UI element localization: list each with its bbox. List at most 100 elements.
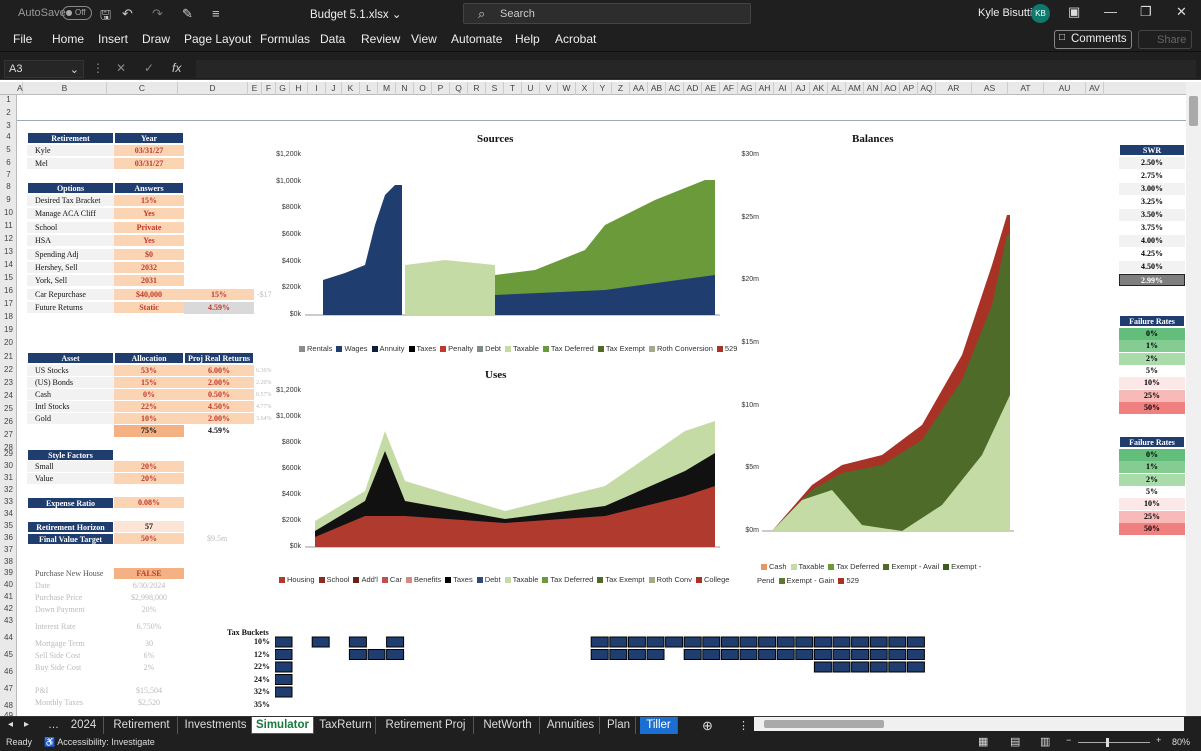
column-header[interactable]: AO — [882, 82, 900, 95]
asset-return[interactable]: 2.00% — [184, 413, 254, 425]
row-header[interactable]: 22 — [0, 365, 17, 374]
column-header[interactable]: AJ — [792, 82, 810, 95]
menu-draw[interactable]: Draw — [142, 32, 170, 46]
option-value[interactable]: 2032 — [114, 262, 184, 274]
option-value[interactable]: Static — [114, 302, 184, 315]
asset-return[interactable]: 0.50% — [184, 389, 254, 401]
search-input[interactable]: ⌕ Search — [463, 3, 751, 24]
balances-chart[interactable] — [762, 155, 1014, 535]
row-header[interactable]: 48 — [0, 701, 17, 710]
column-header[interactable]: L — [360, 82, 378, 95]
row-header[interactable]: 15 — [0, 273, 17, 282]
column-header[interactable]: AM — [846, 82, 864, 95]
sources-chart[interactable] — [305, 155, 720, 317]
column-header[interactable]: U — [522, 82, 540, 95]
row-header[interactable]: 38 — [0, 557, 17, 566]
enter-icon[interactable]: ✓ — [144, 61, 154, 75]
row-header[interactable]: 46 — [0, 667, 17, 676]
column-header[interactable]: AL — [828, 82, 846, 95]
avatar[interactable]: KB — [1031, 4, 1050, 23]
row-header[interactable]: 30 — [0, 461, 17, 470]
row-header[interactable]: 10 — [0, 208, 17, 217]
row-header[interactable]: 43 — [0, 616, 17, 625]
menu-data[interactable]: Data — [320, 32, 345, 46]
file-name[interactable]: Budget 5.1.xlsx ⌄ — [310, 7, 401, 21]
asset-allocation[interactable]: 10% — [114, 413, 184, 425]
insert-function-icon[interactable]: fx — [172, 61, 181, 75]
row-header[interactable]: 12 — [0, 234, 17, 243]
tab-retirement[interactable]: Retirement — [106, 717, 178, 735]
menu-review[interactable]: Review — [361, 32, 400, 46]
vertical-scroll-thumb[interactable] — [1189, 96, 1198, 126]
column-header[interactable]: T — [504, 82, 522, 95]
row-header[interactable]: 33 — [0, 497, 17, 506]
value-value[interactable]: 20% — [114, 473, 184, 485]
tab-annuities[interactable]: Annuities — [542, 717, 600, 735]
tab-taxreturn[interactable]: TaxReturn — [316, 717, 376, 735]
next-sheet-icon[interactable]: ▸ — [24, 719, 29, 730]
tab-options-icon[interactable]: ⋮ — [738, 719, 749, 732]
option-value[interactable]: $40,000 — [114, 288, 184, 301]
column-header[interactable]: P — [432, 82, 450, 95]
menu-formulas[interactable]: Formulas — [260, 32, 310, 46]
column-header[interactable]: I — [308, 82, 326, 95]
column-header[interactable]: AF — [720, 82, 738, 95]
ribbon-display-icon[interactable]: ▣ — [1068, 4, 1080, 20]
row-header[interactable]: 41 — [0, 592, 17, 601]
row-header[interactable]: 1 — [0, 95, 17, 104]
row-header[interactable]: 18 — [0, 312, 17, 321]
row-header[interactable]: 29 — [0, 449, 17, 458]
column-header[interactable]: B — [23, 82, 107, 95]
more-sheets-icon[interactable]: … — [48, 719, 59, 731]
row-header[interactable]: 47 — [0, 684, 17, 693]
column-header[interactable]: Y — [594, 82, 612, 95]
tab-plan[interactable]: Plan — [602, 717, 636, 735]
column-header[interactable]: C — [107, 82, 178, 95]
row-header[interactable]: 44 — [0, 633, 17, 642]
share-button[interactable]: Share — [1138, 30, 1192, 49]
row-header[interactable]: 13 — [0, 247, 17, 256]
row-header[interactable]: 37 — [0, 545, 17, 554]
row-header[interactable]: 2 — [0, 108, 17, 117]
add-sheet-icon[interactable]: ⊕ — [702, 718, 713, 734]
zoom-out-icon[interactable]: − — [1066, 735, 1071, 745]
row-header[interactable]: 4 — [0, 132, 17, 141]
column-header[interactable]: X — [576, 82, 594, 95]
row-header[interactable]: 6 — [0, 158, 17, 167]
menu-help[interactable]: Help — [515, 32, 540, 46]
column-header[interactable]: W — [558, 82, 576, 95]
maximize-icon[interactable]: ❐ — [1140, 4, 1152, 20]
zoom-slider[interactable] — [1078, 742, 1150, 743]
row-header[interactable]: 14 — [0, 260, 17, 269]
tab-networth[interactable]: NetWorth — [476, 717, 540, 735]
horizontal-scroll-thumb[interactable] — [764, 720, 884, 728]
format-painter-icon[interactable]: ✎ — [182, 6, 193, 22]
page-layout-view-icon[interactable]: ▤ — [1010, 735, 1020, 748]
redo-icon[interactable]: ↷ — [152, 6, 163, 22]
column-header[interactable]: AD — [684, 82, 702, 95]
row-header[interactable]: 21 — [0, 352, 17, 361]
prev-sheet-icon[interactable]: ◂ — [8, 719, 13, 730]
menu-insert[interactable]: Insert — [98, 32, 128, 46]
uses-chart[interactable] — [305, 391, 720, 549]
column-header[interactable]: AT — [1008, 82, 1044, 95]
tab-retirement-proj[interactable]: Retirement Proj — [378, 717, 474, 735]
column-header[interactable]: AU — [1044, 82, 1086, 95]
row-header[interactable]: 36 — [0, 533, 17, 542]
row-header[interactable]: 42 — [0, 604, 17, 613]
asset-return[interactable]: 2.00% — [184, 377, 254, 389]
row-header[interactable]: 5 — [0, 145, 17, 154]
vertical-scrollbar[interactable] — [1186, 82, 1201, 716]
column-header[interactable]: H — [290, 82, 308, 95]
menu-file[interactable]: File — [13, 32, 32, 46]
row-header[interactable]: 40 — [0, 580, 17, 589]
column-header[interactable]: AE — [702, 82, 720, 95]
row-header[interactable]: 31 — [0, 473, 17, 482]
column-header[interactable]: AB — [648, 82, 666, 95]
row-header[interactable]: 27 — [0, 430, 17, 439]
column-header[interactable]: G — [276, 82, 290, 95]
column-header[interactable]: E — [248, 82, 262, 95]
comments-button[interactable]: Comments — [1054, 30, 1132, 49]
customize-icon[interactable]: ≡ — [212, 6, 220, 21]
asset-allocation[interactable]: 15% — [114, 377, 184, 389]
